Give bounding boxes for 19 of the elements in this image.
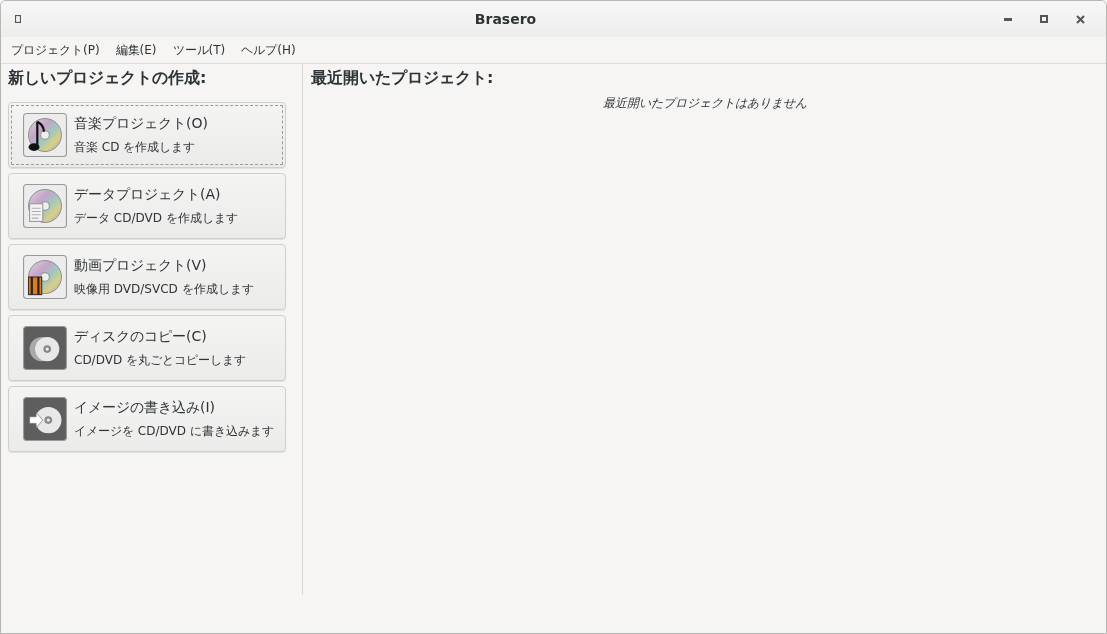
disc-copy-icon (23, 326, 67, 370)
project-button[interactable]: データプロジェクト(A) データ CD/DVD を作成します (8, 173, 286, 239)
menu-item[interactable]: ヘルプ(H) (233, 41, 304, 59)
window-title: Brasero (473, 11, 538, 27)
menu-item[interactable]: 編集(E) (107, 41, 165, 59)
section-heading: 新しいプロジェクトの作成: (8, 68, 208, 89)
minimize-icon (1004, 17, 1012, 21)
project-button[interactable]: 音楽プロジェクト(O) 音楽 CD を作成します (8, 102, 286, 168)
empty-message: 最近開いたプロジェクトはありません (602, 95, 807, 112)
maximize-icon (1040, 15, 1048, 23)
project-button[interactable]: 動画プロジェクト(V) 映像用 DVD/SVCD を作成します (8, 244, 286, 310)
close-icon (1075, 14, 1085, 24)
disc-burn-icon (23, 397, 67, 441)
menu-item[interactable]: プロジェクト(P) (3, 41, 108, 59)
window-icon (15, 15, 21, 23)
section-heading: 最近開いたプロジェクト: (311, 68, 495, 89)
project-button[interactable]: ディスクのコピー(C) CD/DVD を丸ごとコピーします (8, 315, 286, 381)
project-button[interactable]: イメージの書き込み(I) イメージを CD/DVD に書き込みます (8, 386, 286, 452)
menu-item[interactable]: ツール(T) (164, 41, 234, 59)
